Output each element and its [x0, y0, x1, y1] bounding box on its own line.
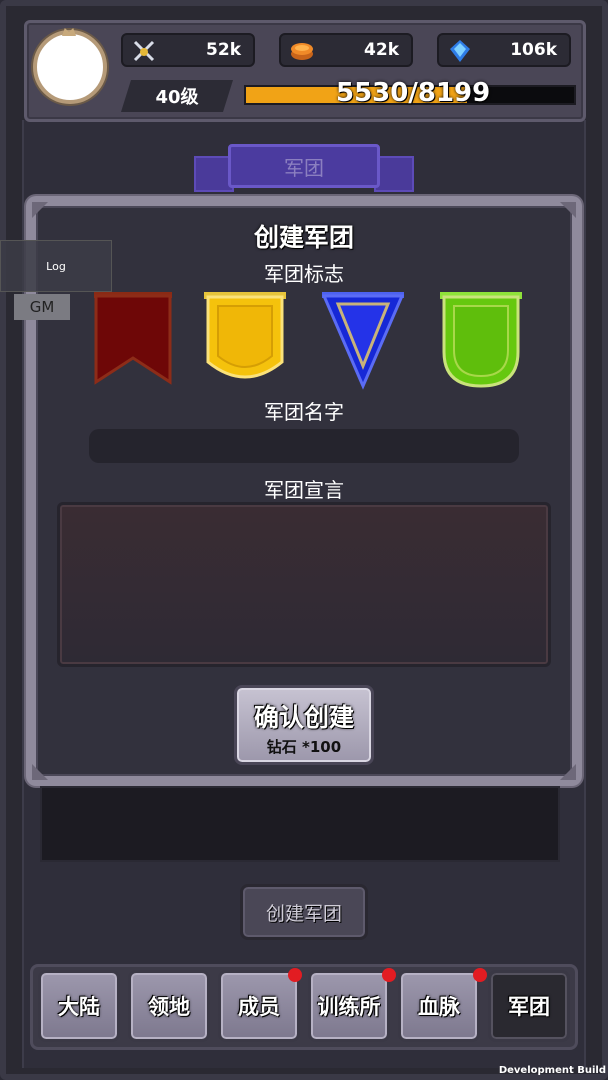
nav-tab-continent[interactable]: 大陆 — [38, 970, 120, 1042]
xp-bar: 5530/8199 — [244, 78, 576, 108]
diamond-icon — [450, 40, 470, 62]
gold-value: 42k — [364, 40, 399, 60]
legion-declaration-input[interactable] — [57, 502, 551, 667]
diamond-value: 106k — [510, 40, 557, 60]
avatar[interactable] — [33, 30, 107, 104]
power-resource: 52k — [121, 33, 255, 67]
notification-badge — [288, 968, 302, 982]
crossed-swords-icon — [133, 40, 155, 62]
confirm-create-cost: 钻石 *100 — [266, 738, 342, 756]
nav-tab-bloodline[interactable]: 血脉 — [398, 970, 480, 1042]
emblem-green-shield[interactable] — [440, 292, 522, 390]
power-value: 52k — [206, 40, 241, 60]
emblem-blue-triangle[interactable] — [322, 292, 404, 390]
notification-badge — [382, 968, 396, 982]
declaration-label: 军团宣言 — [264, 478, 344, 502]
player-level: 40级 — [121, 80, 233, 112]
name-label: 军团名字 — [264, 400, 344, 424]
emblem-dark-red-banner[interactable] — [92, 292, 174, 390]
diamond-resource: 106k — [437, 33, 571, 67]
legion-name-input[interactable] — [89, 429, 519, 463]
notification-badge — [473, 968, 487, 982]
nav-tab-legion[interactable]: 军团 — [488, 970, 570, 1042]
confirm-create-button[interactable]: 确认创建 钻石 *100 — [234, 685, 374, 765]
nav-tab-members[interactable]: 成员 — [218, 970, 300, 1042]
nav-tab-training[interactable]: 训练所 — [308, 970, 390, 1042]
emblem-gold-shield[interactable] — [204, 292, 286, 390]
development-build-label: Development Build — [498, 1065, 606, 1076]
banner-right-wing — [374, 156, 414, 192]
xp-text: 5530/8199 — [336, 78, 491, 108]
create-legion-button[interactable]: 创建军团 — [240, 884, 368, 940]
debug-log-button[interactable]: Log — [0, 240, 112, 292]
gold-coin-icon — [291, 43, 313, 60]
gold-resource: 42k — [279, 33, 413, 67]
page-title: 军团 — [228, 144, 380, 188]
debug-gm-button[interactable]: GM — [14, 294, 70, 320]
legion-list-panel — [40, 786, 560, 862]
confirm-create-label: 确认创建 — [253, 703, 354, 732]
nav-tab-territory[interactable]: 领地 — [128, 970, 210, 1042]
